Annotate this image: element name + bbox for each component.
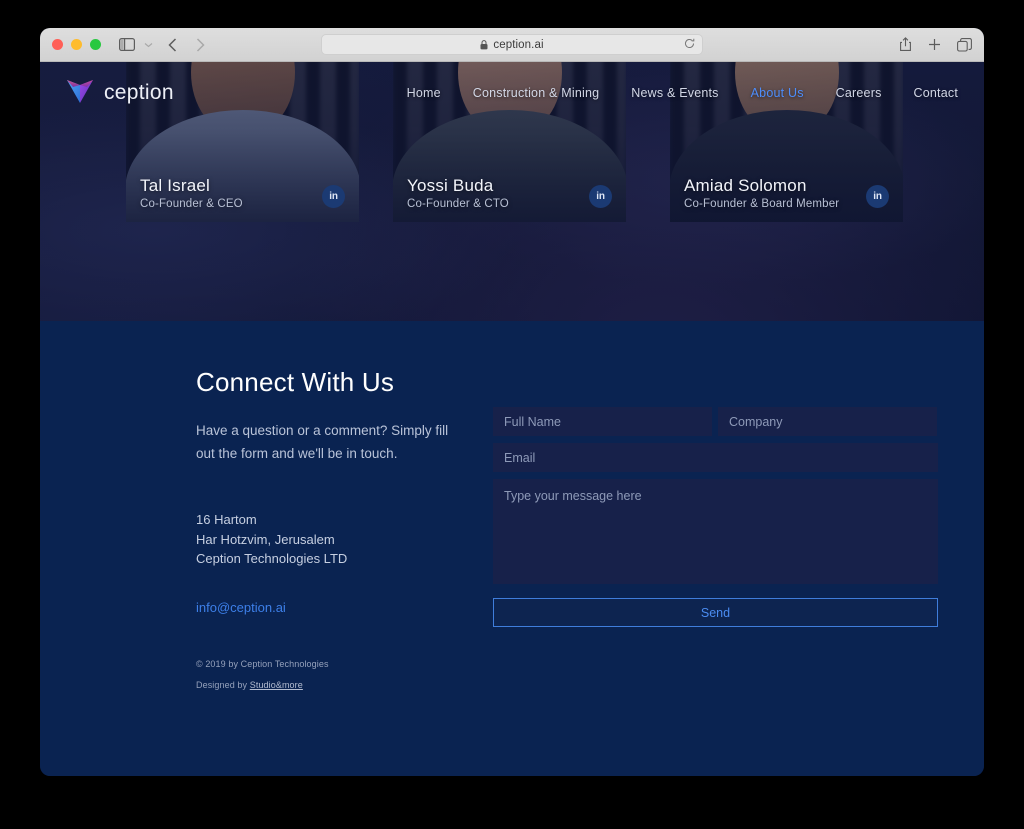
- page-viewport: Tal Israel Co-Founder & CEO in Yossi Bud…: [40, 62, 984, 776]
- address-bar[interactable]: ception.ai: [321, 34, 703, 55]
- company-input[interactable]: [718, 407, 937, 436]
- chevron-down-icon[interactable]: [144, 42, 153, 48]
- forward-arrow-icon[interactable]: [196, 37, 205, 52]
- nav-item-careers[interactable]: Careers: [836, 86, 882, 100]
- address-line-2: Har Hotzvim, Jerusalem: [196, 531, 335, 547]
- browser-window: ception.ai Tal Israel Co-Founder & CEO i…: [40, 28, 984, 776]
- team-card-label: Amiad Solomon Co-Founder & Board Member: [684, 175, 839, 212]
- company-address: 16 Hartom Har Hotzvim, Jerusalem Ception…: [196, 510, 347, 569]
- team-member-name: Yossi Buda: [407, 176, 494, 195]
- lock-icon: [480, 39, 488, 50]
- linkedin-icon[interactable]: in: [866, 185, 889, 208]
- nav-item-contact[interactable]: Contact: [914, 86, 958, 100]
- nav-item-home[interactable]: Home: [407, 86, 441, 100]
- team-member-role: Co-Founder & CEO: [140, 198, 243, 210]
- address-line-3: Ception Technologies LTD: [196, 551, 348, 566]
- site-logo[interactable]: ception: [64, 76, 174, 111]
- browser-toolbar: ception.ai: [40, 28, 984, 62]
- team-member-role: Co-Founder & CTO: [407, 198, 509, 210]
- team-card-label: Yossi Buda Co-Founder & CTO: [407, 175, 509, 212]
- contact-form: Send: [493, 407, 938, 627]
- nav-item-construction-mining[interactable]: Construction & Mining: [473, 86, 599, 100]
- footer-copyright: © 2019 by Ception Technologies: [196, 659, 329, 669]
- window-traffic-lights: [52, 39, 101, 50]
- tab-overview-icon[interactable]: [957, 37, 972, 52]
- form-row-message: [493, 479, 938, 584]
- site-navbar: ception Home Construction & Mining News …: [40, 62, 984, 124]
- maximize-window-button[interactable]: [90, 39, 101, 50]
- ception-v-logo-icon: [64, 76, 96, 111]
- form-row-name-company: [493, 407, 938, 436]
- linkedin-icon[interactable]: in: [322, 185, 345, 208]
- site-logo-text: ception: [104, 81, 174, 104]
- contact-email-link[interactable]: info@ception.ai: [196, 600, 286, 615]
- contact-heading: Connect With Us: [196, 367, 395, 397]
- address-line-1: 16 Hartom: [196, 512, 257, 527]
- nav-item-news-events[interactable]: News & Events: [631, 86, 718, 100]
- team-member-name: Amiad Solomon: [684, 176, 807, 195]
- team-section: Tal Israel Co-Founder & CEO in Yossi Bud…: [40, 62, 984, 321]
- message-textarea[interactable]: [493, 479, 938, 584]
- linkedin-icon[interactable]: in: [589, 185, 612, 208]
- nav-item-about-us[interactable]: About Us: [751, 86, 804, 100]
- form-row-email: [493, 443, 938, 472]
- team-member-role: Co-Founder & Board Member: [684, 198, 840, 210]
- contact-lead-text: Have a question or a comment? Simply fil…: [196, 423, 449, 461]
- site-nav-links: Home Construction & Mining News & Events…: [407, 86, 958, 100]
- sidebar-toggle-icon[interactable]: [119, 38, 135, 51]
- address-bar-text: ception.ai: [493, 38, 544, 51]
- plus-icon[interactable]: [928, 38, 941, 51]
- close-window-button[interactable]: [52, 39, 63, 50]
- minimize-window-button[interactable]: [71, 39, 82, 50]
- contact-section: Connect With Us Have a question or a com…: [40, 321, 984, 776]
- send-button[interactable]: Send: [493, 598, 938, 627]
- full-name-input[interactable]: [493, 407, 712, 436]
- reload-icon[interactable]: [684, 38, 695, 49]
- team-card-label: Tal Israel Co-Founder & CEO: [140, 175, 243, 212]
- team-member-name: Tal Israel: [140, 176, 211, 195]
- back-arrow-icon[interactable]: [168, 37, 177, 52]
- footer-credit: Designed by Studio&more: [196, 680, 303, 690]
- email-input[interactable]: [493, 443, 938, 472]
- footer-credit-link[interactable]: Studio&more: [250, 680, 303, 690]
- footer-credit-prefix: Designed by: [196, 680, 250, 690]
- share-icon[interactable]: [899, 37, 912, 52]
